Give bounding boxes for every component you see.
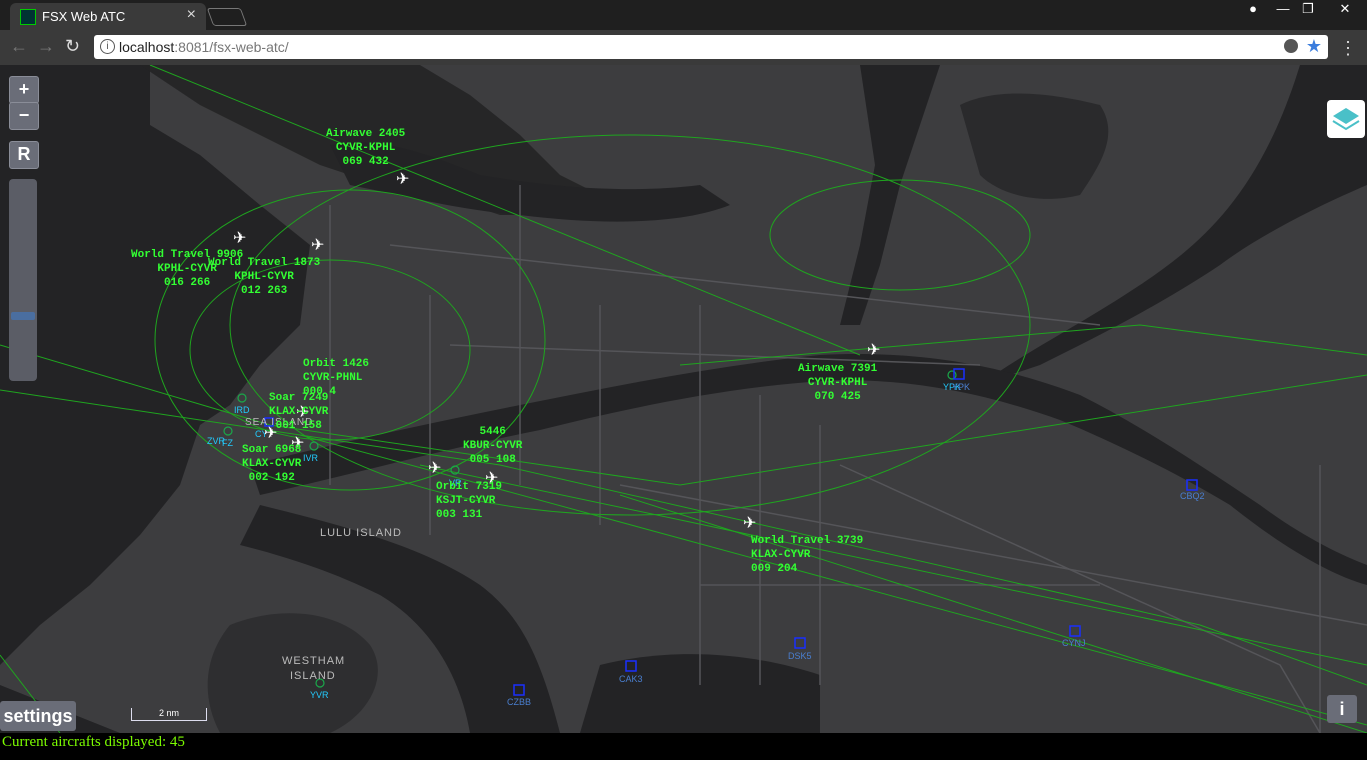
close-tab-icon[interactable]: × <box>187 6 196 24</box>
settings-button[interactable]: settings <box>0 701 76 731</box>
aircraft-label[interactable]: Soar 7249 KLAX-CYVR 001 158 <box>269 391 328 433</box>
back-icon[interactable]: ← <box>10 36 28 57</box>
airport-label: CYNJ <box>1062 638 1086 648</box>
profile-icon[interactable]: ● <box>1238 0 1268 20</box>
waypoint-label: IRD <box>234 405 250 415</box>
info-button[interactable]: i <box>1327 695 1357 723</box>
radar-icon <box>20 9 36 25</box>
aircraft-label[interactable]: Orbit 7319 KSJT-CYVR 003 131 <box>436 480 502 522</box>
tab-title: FSX Web ATC <box>42 9 126 24</box>
waypoint-label: FZ <box>222 438 233 448</box>
westham-label: WESTHAM <box>282 655 346 667</box>
airport-label: CBQ2 <box>1180 491 1205 501</box>
forward-icon[interactable]: → <box>37 36 55 57</box>
aircraft-label[interactable]: World Travel 3739 KLAX-CYVR 009 204 <box>751 534 863 576</box>
reload-icon[interactable]: ↻ <box>65 36 80 57</box>
new-tab-button[interactable] <box>206 8 248 26</box>
aircraft-label[interactable]: Airwave 2405 CYVR-KPHL 069 432 <box>326 127 405 169</box>
zoom-slider[interactable] <box>9 179 37 381</box>
browser-tab[interactable]: FSX Web ATC × <box>10 3 206 30</box>
extension-icon[interactable] <box>1284 39 1298 53</box>
waypoint-label: YVR <box>310 690 329 700</box>
scale-bar: 2 nm <box>131 708 207 721</box>
info-icon[interactable]: i <box>100 39 115 54</box>
aircraft-icon[interactable]: ✈ <box>311 235 324 255</box>
layers-icon <box>1332 108 1360 131</box>
restore-button[interactable]: ❐ <box>1293 0 1323 20</box>
waypoint-label: IVR <box>303 453 319 463</box>
airport-label: YPK <box>952 382 971 392</box>
address-bar[interactable]: i localhost:8081/fsx-web-atc/ ★ <box>94 35 1328 59</box>
aircraft-icon[interactable]: ✈ <box>233 228 246 248</box>
aircraft-icon[interactable]: ✈ <box>743 513 756 533</box>
layers-button[interactable] <box>1327 100 1365 138</box>
zoom-slider-thumb[interactable] <box>11 312 35 320</box>
westham-island-label: ISLAND <box>290 670 336 682</box>
url-text: localhost:8081/fsx-web-atc/ <box>119 39 289 55</box>
zoom-in-button[interactable]: + <box>9 76 39 104</box>
airport-label: CZBB <box>507 697 532 707</box>
map-graphics <box>0 65 1367 733</box>
lulu-island-label: LULU ISLAND <box>320 527 402 539</box>
close-window-button[interactable]: ✕ <box>1325 0 1365 20</box>
reset-button[interactable]: R <box>9 141 39 169</box>
menu-icon[interactable]: ⋮ <box>1339 38 1357 59</box>
aircraft-icon[interactable]: ✈ <box>428 458 441 478</box>
aircraft-icon[interactable]: ✈ <box>396 169 409 189</box>
aircraft-label[interactable]: Airwave 7391 CYVR-KPHL 070 425 <box>798 362 877 404</box>
bookmark-star-icon[interactable]: ★ <box>1306 36 1322 57</box>
browser-titlebar: FSX Web ATC × ● — ❐ ✕ <box>0 0 1367 30</box>
atc-map[interactable]: LULU ISLAND WESTHAM ISLAND SEA ISLAND IR… <box>0 65 1367 733</box>
status-bar: Current aircrafts displayed: 45 <box>0 733 1367 760</box>
airport-label: DSK5 <box>788 651 812 661</box>
aircraft-label[interactable]: Soar 6968 KLAX-CYVR 002 192 <box>242 443 301 485</box>
aircraft-count-text: Current aircrafts displayed: 45 <box>2 734 185 750</box>
airport-label: CAK3 <box>619 674 643 684</box>
aircraft-label[interactable]: World Travel 1873 KPHL-CYVR 012 263 <box>208 256 320 298</box>
zoom-out-button[interactable]: − <box>9 102 39 130</box>
aircraft-icon[interactable]: ✈ <box>867 340 880 360</box>
aircraft-label[interactable]: 5446 KBUR-CYVR 005 108 <box>463 425 522 467</box>
